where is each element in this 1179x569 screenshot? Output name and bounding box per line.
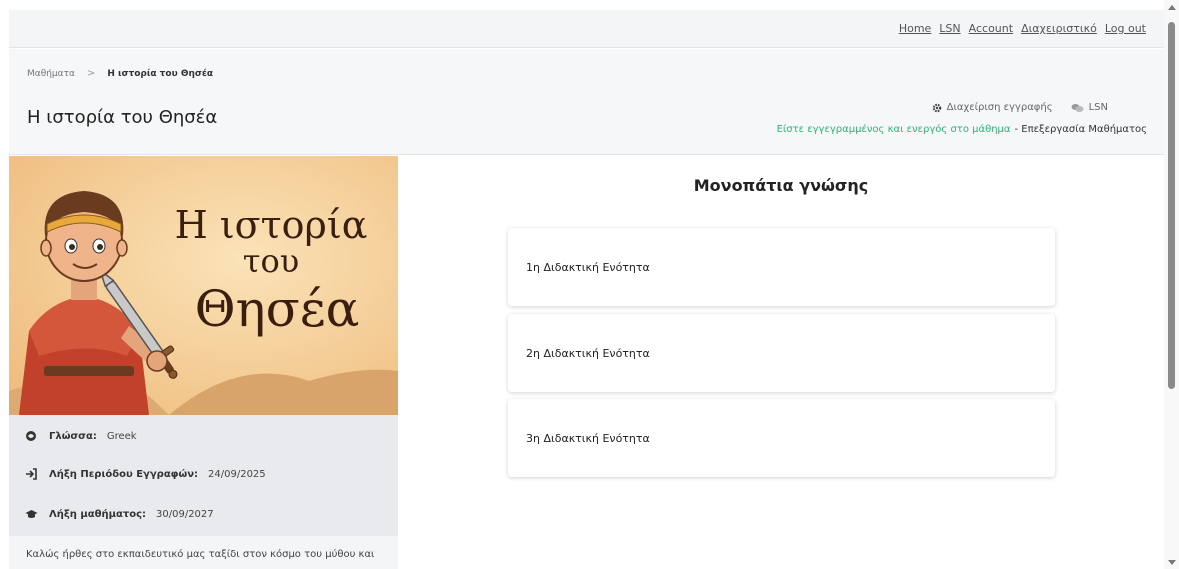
nav-home-link[interactable]: Home <box>899 22 931 35</box>
language-label: Γλώσσα: <box>49 430 97 442</box>
info-enrollment-end: Λήξη Περιόδου Εγγραφών: 24/09/2025 <box>23 466 266 482</box>
manage-enrollment-button[interactable]: Διαχείριση εγγραφής <box>932 102 1053 113</box>
scroll-down-arrow-icon[interactable] <box>1168 560 1176 565</box>
unit-card-1[interactable]: 1η Διδακτική Ενότητα <box>508 228 1055 306</box>
manage-enrollment-label: Διαχείριση εγγραφής <box>946 102 1053 113</box>
course-header: Μαθήματα > Η ιστορία του Θησέα Η ιστορία… <box>9 49 1164 155</box>
nav-admin-link[interactable]: Διαχειριστικό <box>1021 22 1097 35</box>
course-description: Καλώς ήρθες στο εκπαιδευτικό μας ταξίδι … <box>9 536 398 569</box>
enrollment-end-value: 24/09/2025 <box>208 468 266 480</box>
page-scrollbar[interactable] <box>1164 0 1179 569</box>
enrollment-end-label: Λήξη Περιόδου Εγγραφών: <box>49 468 199 480</box>
enrolled-status-text: Είστε εγγεγραμμένος και ενεργός στο μάθη… <box>776 124 1011 135</box>
language-value: Greek <box>106 430 137 442</box>
unit-card-3[interactable]: 3η Διδακτική Ενότητα <box>508 399 1055 477</box>
course-actions: Διαχείριση εγγραφής LSN <box>932 102 1108 113</box>
learning-paths-title: Μονοπάτια γνώσης <box>693 176 869 195</box>
course-info-panel: Γλώσσα: Greek Λήξη Περιόδου Εγγραφών: 24… <box>9 415 398 536</box>
nav-lsn-link[interactable]: LSN <box>939 22 960 35</box>
theseus-illustration: Η ιστορία του Θησέα <box>9 156 398 415</box>
enrollment-status: Είστε εγγεγραμμένος και ενεργός στο μάθη… <box>777 124 1147 135</box>
lsn-button[interactable]: LSN <box>1071 102 1108 113</box>
breadcrumb-courses-link[interactable]: Μαθήματα <box>27 69 75 79</box>
course-hero-image: Η ιστορία του Θησέα <box>9 156 398 415</box>
info-course-end: Λήξη μαθήματος: 30/09/2027 <box>23 506 214 522</box>
edit-course-link[interactable]: - Επεξεργασία Μαθήματος <box>1015 124 1148 135</box>
hero-title-line2: του <box>243 242 299 280</box>
lsn-label: LSN <box>1088 102 1108 113</box>
scrollbar-thumb[interactable] <box>1168 22 1175 389</box>
nav-account-link[interactable]: Account <box>969 22 1013 35</box>
info-language: Γλώσσα: Greek <box>23 428 137 444</box>
top-nav: Home LSN Account Διαχειριστικό Log out <box>899 22 1146 35</box>
nav-logout-link[interactable]: Log out <box>1105 22 1146 35</box>
course-end-value: 30/09/2027 <box>156 508 214 520</box>
hero-title-line3: Θησέα <box>195 280 360 338</box>
breadcrumb-separator-icon: > <box>86 68 96 79</box>
page-title: Η ιστορία του Θησέα <box>27 107 218 128</box>
scroll-up-arrow-icon[interactable] <box>1168 5 1176 10</box>
comments-icon <box>1071 103 1084 112</box>
globe-icon <box>23 428 39 444</box>
hero-title-line1: Η ιστορία <box>175 203 368 247</box>
top-bar: Home LSN Account Διαχειριστικό Log out <box>9 10 1164 48</box>
breadcrumb: Μαθήματα > Η ιστορία του Θησέα <box>27 68 213 79</box>
page: Home LSN Account Διαχειριστικό Log out Μ… <box>0 0 1164 569</box>
unit-card-2[interactable]: 2η Διδακτική Ενότητα <box>508 314 1055 392</box>
breadcrumb-current: Η ιστορία του Θησέα <box>107 68 214 79</box>
gear-icon <box>932 103 941 112</box>
course-end-label: Λήξη μαθήματος: <box>49 508 146 520</box>
sign-in-icon <box>23 466 39 482</box>
graduation-cap-icon <box>23 506 39 522</box>
